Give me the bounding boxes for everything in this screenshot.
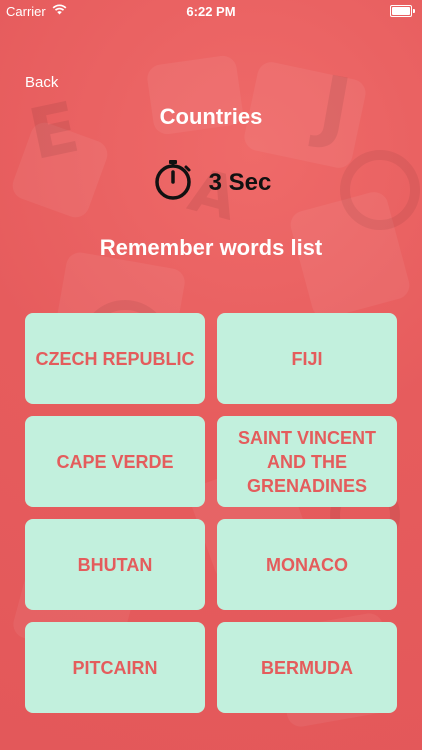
word-grid: CZECH REPUBLIC FIJI CAPE VERDE SAINT VIN… (25, 313, 397, 713)
timer-label: 3 Sec (208, 168, 272, 196)
status-time: 6:22 PM (186, 4, 236, 19)
stopwatch-icon (151, 158, 195, 207)
word-card[interactable]: PITCAIRN (25, 622, 205, 713)
word-card[interactable]: MONACO (217, 519, 397, 610)
word-card[interactable]: BHUTAN (25, 519, 205, 610)
page-title: Countries (159, 104, 263, 129)
word-card[interactable]: BERMUDA (217, 622, 397, 713)
status-bar: Carrier 6:22 PM (0, 0, 422, 22)
back-button[interactable]: Back (25, 74, 58, 91)
timer: 3 Sec (0, 158, 422, 207)
word-card[interactable]: CAPE VERDE (25, 416, 205, 507)
word-card[interactable]: FIJI (217, 313, 397, 404)
word-card[interactable]: CZECH REPUBLIC (25, 313, 205, 404)
word-card[interactable]: SAINT VINCENT AND THE GRENADINES (217, 416, 397, 507)
section-subtitle: Remember words list (99, 235, 323, 260)
battery-icon (390, 5, 415, 17)
